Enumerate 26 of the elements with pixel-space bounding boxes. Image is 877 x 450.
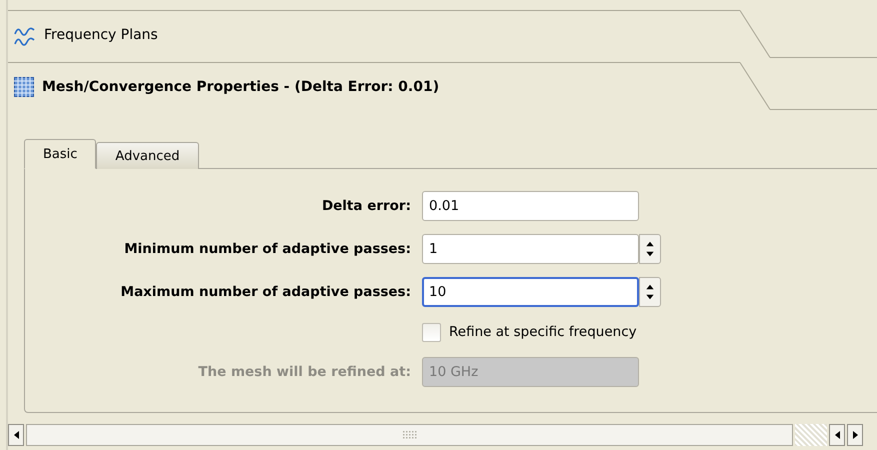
scroll-left-button[interactable] — [829, 424, 845, 446]
gripper-icon[interactable] — [402, 431, 418, 439]
section-header[interactable]: Mesh/Convergence Properties - (Delta Error: 0.01) — [8, 62, 740, 110]
scroll-right-button[interactable] — [847, 424, 863, 446]
input-field[interactable]: 0.01 — [422, 191, 639, 221]
left-arrow-icon — [14, 431, 18, 439]
checkbox[interactable] — [422, 322, 441, 342]
spinner-field[interactable]: 1 — [422, 234, 639, 264]
checkbox-label: Refine at specific frequency — [449, 324, 637, 340]
spinner-field[interactable]: 10 — [422, 277, 639, 307]
tab[interactable]: Basic — [24, 139, 96, 169]
scroll-left-button[interactable] — [8, 424, 24, 446]
field-label: The mesh will be refined at: — [198, 364, 411, 380]
left-arrow-icon — [834, 431, 840, 439]
tab[interactable]: Advanced — [96, 142, 199, 169]
field-label: Delta error: — [322, 198, 411, 214]
spinner-arrows-icon[interactable] — [639, 277, 661, 307]
spinner-arrows-icon[interactable] — [639, 234, 661, 264]
scroll-corner — [795, 424, 827, 446]
section-title: Mesh/Convergence Properties - (Delta Error: 0.01) — [42, 78, 440, 94]
section-header[interactable]: Frequency Plans — [8, 10, 740, 58]
right-arrow-icon — [852, 431, 858, 439]
grid-icon — [14, 76, 34, 96]
field-label: Minimum number of adaptive passes: — [124, 241, 411, 257]
section-title: Frequency Plans — [44, 26, 158, 42]
field-label: Maximum number of adaptive passes: — [120, 284, 411, 300]
